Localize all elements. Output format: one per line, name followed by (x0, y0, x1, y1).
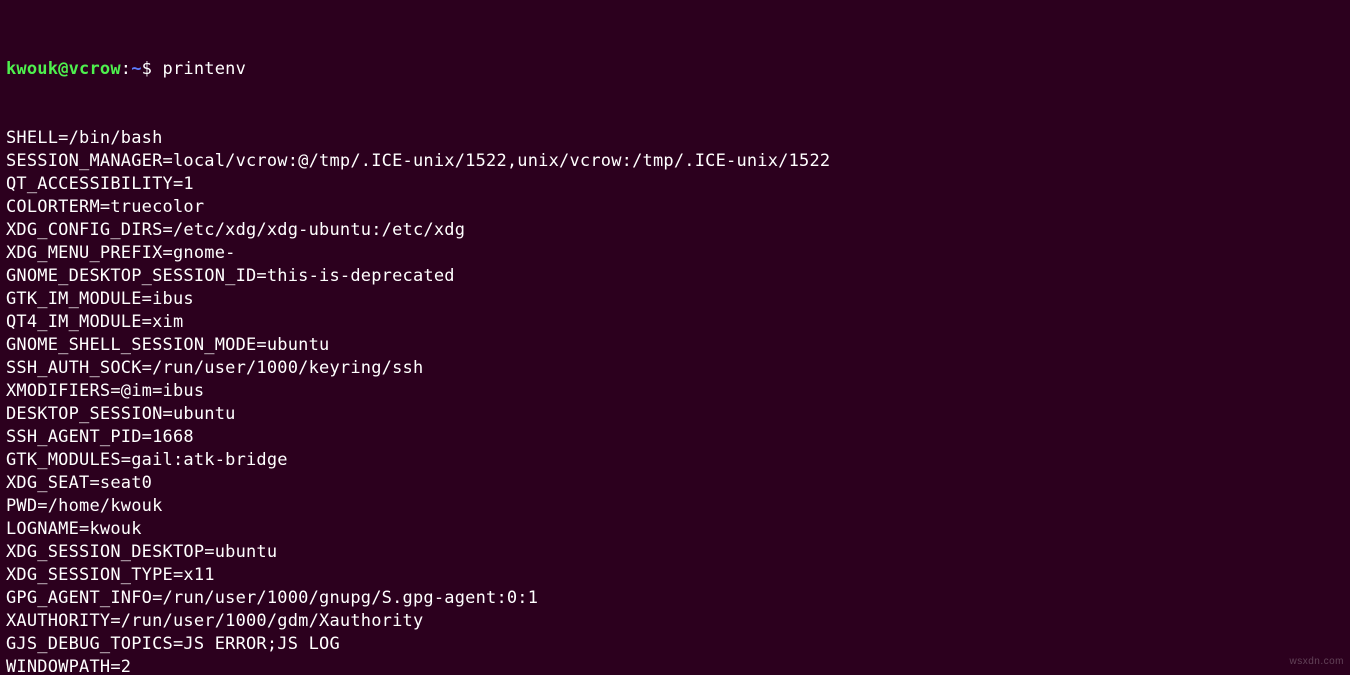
watermark-text: wsxdn.com (1289, 650, 1344, 673)
env-line: QT4_IM_MODULE=xim (6, 311, 1342, 334)
env-line: SSH_AUTH_SOCK=/run/user/1000/keyring/ssh (6, 357, 1342, 380)
env-line: WINDOWPATH=2 (6, 656, 1342, 675)
env-line: SSH_AGENT_PID=1668 (6, 426, 1342, 449)
terminal-window[interactable]: kwouk@vcrow:~$ printenv SHELL=/bin/bashS… (0, 0, 1350, 675)
env-line: GNOME_DESKTOP_SESSION_ID=this-is-depreca… (6, 265, 1342, 288)
env-line: XDG_SESSION_TYPE=x11 (6, 564, 1342, 587)
prompt-user-host: kwouk@vcrow (6, 59, 121, 79)
env-line: XDG_SEAT=seat0 (6, 472, 1342, 495)
env-line: SHELL=/bin/bash (6, 127, 1342, 150)
env-line: QT_ACCESSIBILITY=1 (6, 173, 1342, 196)
entered-command: printenv (163, 59, 246, 79)
prompt-path: ~ (131, 59, 141, 79)
env-line: GTK_MODULES=gail:atk-bridge (6, 449, 1342, 472)
env-line: LOGNAME=kwouk (6, 518, 1342, 541)
env-line: GTK_IM_MODULE=ibus (6, 288, 1342, 311)
prompt-line: kwouk@vcrow:~$ printenv (6, 58, 1342, 81)
env-line: SESSION_MANAGER=local/vcrow:@/tmp/.ICE-u… (6, 150, 1342, 173)
env-line: XDG_CONFIG_DIRS=/etc/xdg/xdg-ubuntu:/etc… (6, 219, 1342, 242)
env-line: XAUTHORITY=/run/user/1000/gdm/Xauthority (6, 610, 1342, 633)
env-line: COLORTERM=truecolor (6, 196, 1342, 219)
command-output: SHELL=/bin/bashSESSION_MANAGER=local/vcr… (6, 127, 1342, 675)
env-line: DESKTOP_SESSION=ubuntu (6, 403, 1342, 426)
env-line: XDG_SESSION_DESKTOP=ubuntu (6, 541, 1342, 564)
prompt-separator: : (121, 59, 131, 79)
env-line: GJS_DEBUG_TOPICS=JS ERROR;JS LOG (6, 633, 1342, 656)
env-line: XMODIFIERS=@im=ibus (6, 380, 1342, 403)
prompt-symbol: $ (142, 59, 163, 79)
env-line: XDG_MENU_PREFIX=gnome- (6, 242, 1342, 265)
env-line: PWD=/home/kwouk (6, 495, 1342, 518)
env-line: GNOME_SHELL_SESSION_MODE=ubuntu (6, 334, 1342, 357)
env-line: GPG_AGENT_INFO=/run/user/1000/gnupg/S.gp… (6, 587, 1342, 610)
